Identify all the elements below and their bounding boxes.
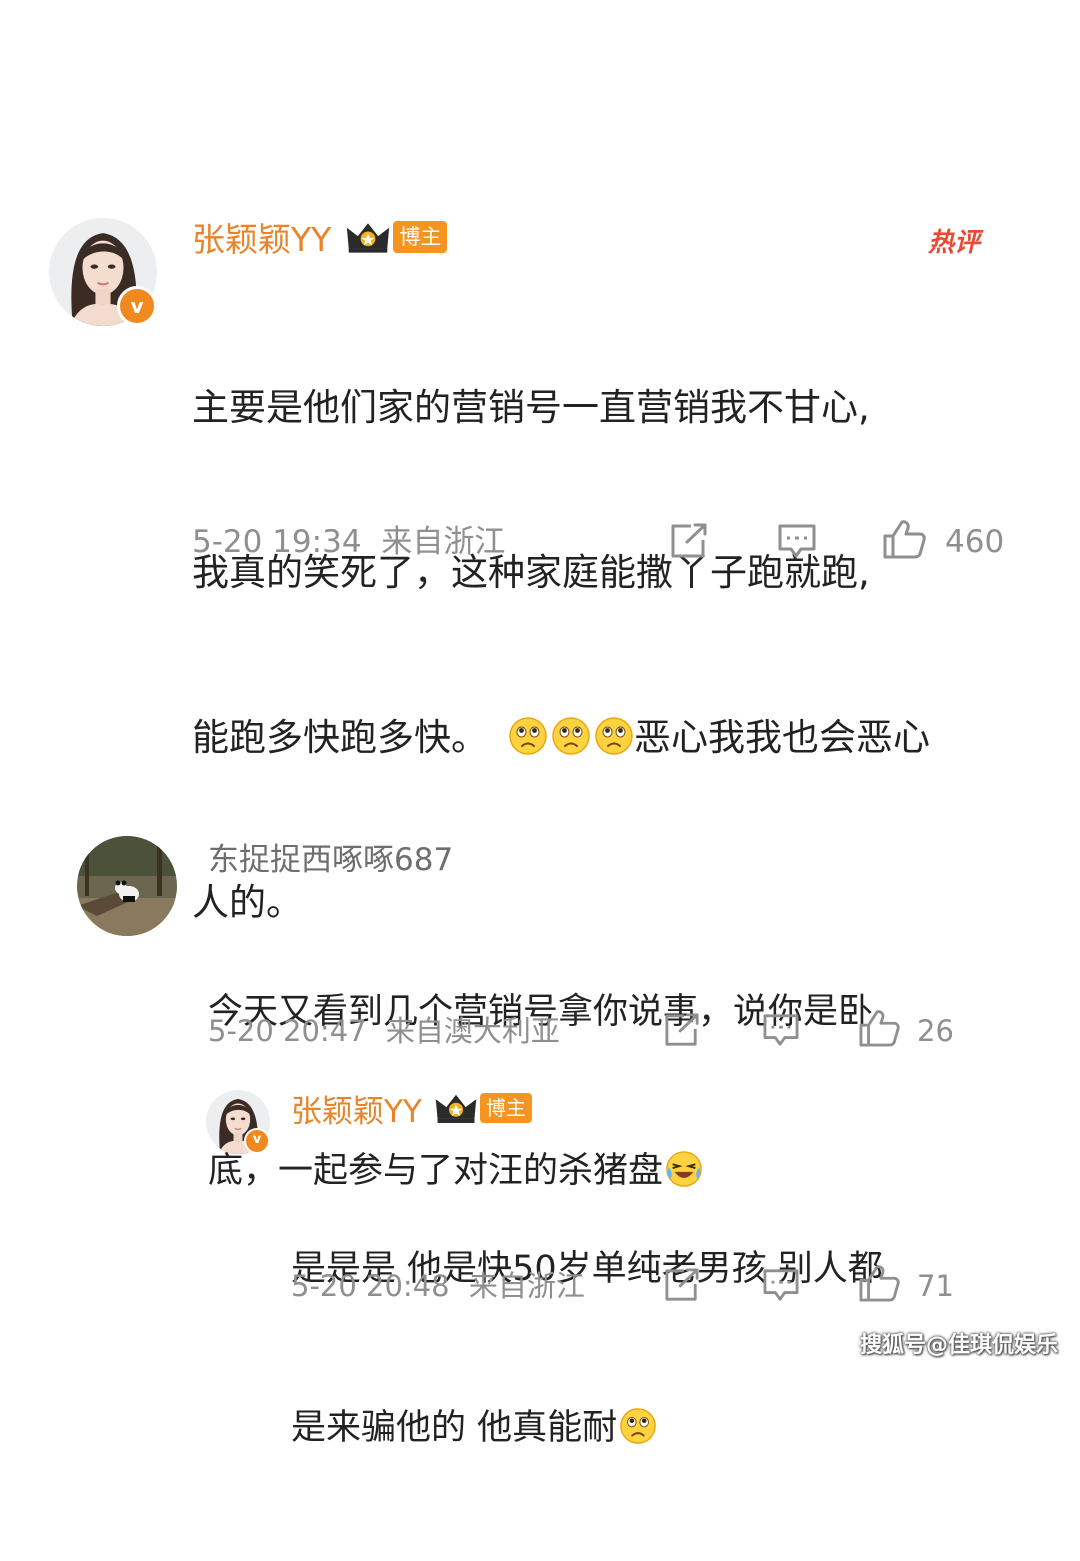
share-icon[interactable] bbox=[663, 1268, 701, 1302]
username-row: 张颖颖YY 博主 bbox=[291, 1086, 532, 1130]
watermark: 搜狐号@佳琪侃娱乐 bbox=[859, 1333, 1058, 1358]
location: 来自浙江 bbox=[468, 1269, 585, 1303]
comment-line: 是来骗他的 他真能耐 bbox=[291, 1402, 1041, 1455]
crown-icon bbox=[434, 1092, 478, 1124]
username[interactable]: 张颖颖YY bbox=[291, 1086, 422, 1131]
reply-comment: v 张颖颖YY 博主 是是是 他是快50岁单纯老男孩 别人都 是来骗他的 他真能… bbox=[0, 0, 1080, 1448]
host-badge: 博主 bbox=[479, 1093, 532, 1123]
comment-meta: 5-20 20:48 来自浙江 bbox=[291, 1266, 585, 1306]
like-icon[interactable] bbox=[858, 1264, 900, 1302]
comment-icon[interactable] bbox=[762, 1268, 800, 1302]
like-count: 71 bbox=[917, 1269, 954, 1303]
timestamp: 5-20 20:48 bbox=[291, 1269, 450, 1303]
comment-line-text: 是来骗他的 他真能耐 bbox=[291, 1408, 618, 1448]
verified-icon: v bbox=[244, 1128, 270, 1154]
sad-face-emoji-icon bbox=[619, 1407, 657, 1445]
